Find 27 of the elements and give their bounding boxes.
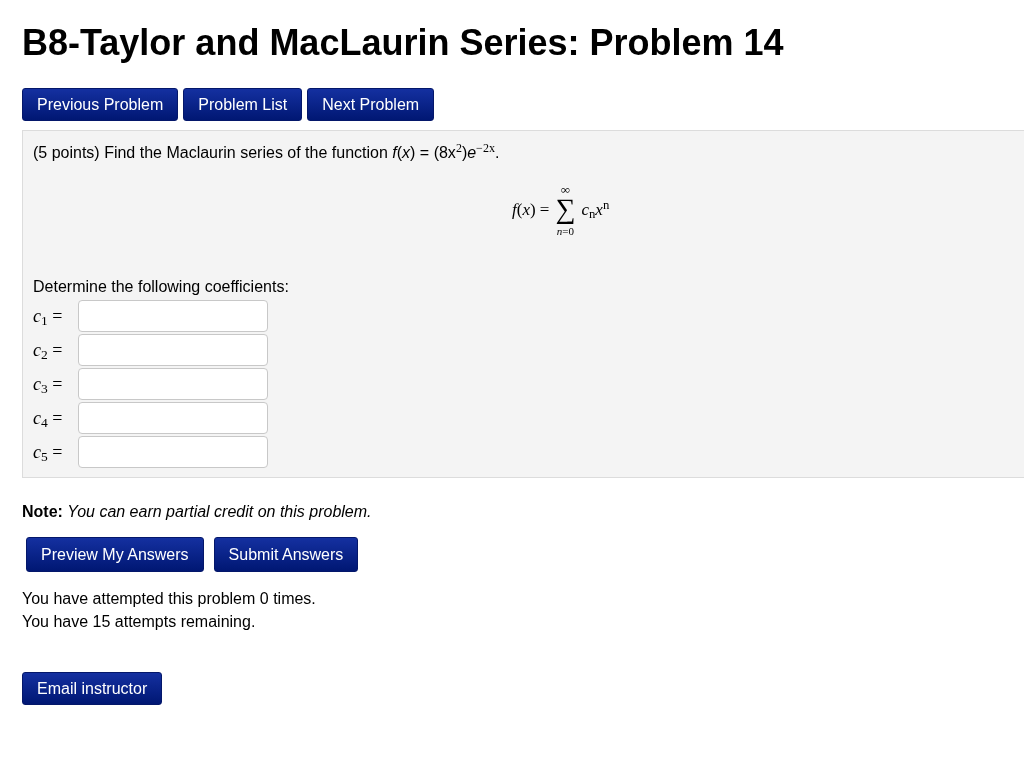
series-formula-lhs: f(x) = xyxy=(512,199,550,222)
answer-field[interactable] xyxy=(78,368,268,400)
sum-upper-limit: ∞ xyxy=(560,183,571,196)
submit-answers-button[interactable]: Submit Answers xyxy=(213,537,359,572)
sum-symbol: ∑ xyxy=(555,196,576,222)
problem-list-button[interactable]: Problem List xyxy=(183,88,303,121)
answer-field[interactable] xyxy=(78,334,268,366)
page-title: B8-Taylor and MacLaurin Series: Problem 14 xyxy=(22,24,785,62)
coefficient-label: c$_{5}$ = xyxy=(33,440,64,466)
email-instructor-button[interactable]: Email instructor xyxy=(22,672,163,705)
series-term: c$_{n}$x$^{n}$ xyxy=(581,197,610,223)
answer-field[interactable] xyxy=(78,402,268,434)
coefficient-label: c$_{1}$ = xyxy=(33,304,64,330)
coefficient-label: c$_{2}$ = xyxy=(33,338,64,364)
preview-my-answers-button[interactable]: Preview My Answers xyxy=(26,537,204,572)
attempts-text: You have attempted this problem 0 times. xyxy=(22,589,317,609)
answer-field[interactable] xyxy=(78,300,268,332)
next-problem-button[interactable]: Next Problem xyxy=(307,88,435,121)
sum-lower-limit: n=0 xyxy=(556,226,575,237)
instruction-text: Determine the following coefficients: xyxy=(33,277,290,297)
note-text: Note: You can earn partial credit on this problem. xyxy=(22,502,373,522)
problem-statement: (5 points) Find the Maclaurin series of the function f(x) = (8x$^{2}$)e$^{−2x}$. xyxy=(33,143,501,163)
previous-problem-button[interactable]: Previous Problem xyxy=(22,88,179,121)
answer-field[interactable] xyxy=(78,436,268,468)
coefficient-label: c$_{4}$ = xyxy=(33,406,64,432)
attempts-text: You have 15 attempts remaining. xyxy=(22,612,257,632)
coefficient-label: c$_{3}$ = xyxy=(33,372,64,398)
